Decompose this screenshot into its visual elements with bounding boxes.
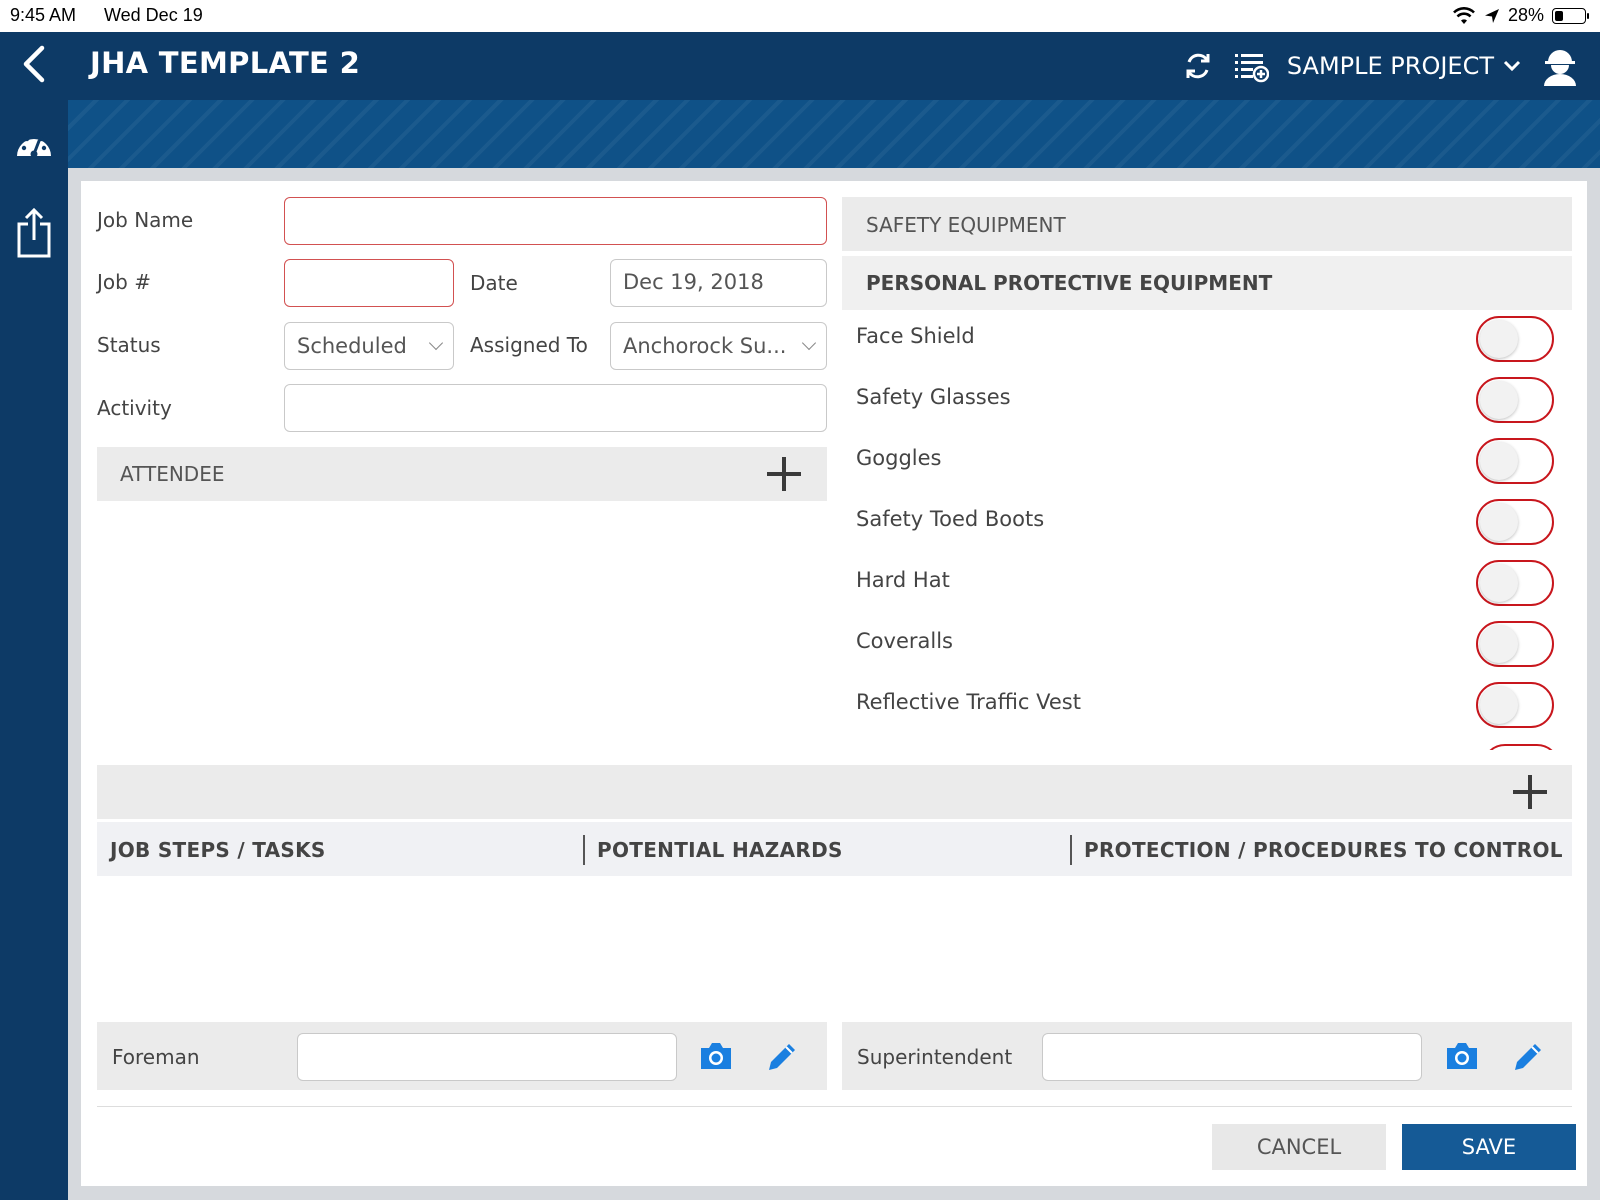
ppe-toggle[interactable] [1476, 377, 1554, 423]
back-button[interactable] [0, 34, 68, 94]
date-input[interactable]: Dec 19, 2018 [610, 259, 827, 307]
status-date: Wed Dec 19 [104, 5, 203, 25]
page-title: JHA TEMPLATE 2 [90, 46, 361, 80]
toggle-knob [1480, 686, 1518, 724]
toggle-knob [1480, 625, 1518, 663]
ppe-item-label: Safety Glasses [856, 385, 1011, 409]
toggle-knob [1480, 442, 1518, 480]
job-name-input[interactable] [284, 197, 827, 245]
job-steps-toolbar [97, 765, 1572, 819]
ppe-toggle[interactable] [1476, 560, 1554, 606]
date-label: Date [470, 271, 518, 295]
ppe-item-label: Safety Toed Boots [856, 507, 1045, 531]
dashboard-button[interactable] [0, 114, 68, 174]
ppe-item: Safety Glasses [842, 371, 1562, 431]
status-select[interactable]: Scheduled [284, 322, 454, 370]
toggle-partial [1482, 744, 1560, 750]
column-divider [583, 835, 585, 865]
list-add-icon[interactable] [1233, 49, 1269, 83]
share-button[interactable] [0, 202, 68, 262]
dashboard-gauge-icon [16, 132, 51, 158]
safety-equipment-title: SAFETY EQUIPMENT [866, 213, 1066, 237]
activity-input[interactable] [284, 384, 827, 432]
ppe-item: Safety Toed Boots [842, 493, 1562, 553]
column-divider [1070, 835, 1072, 865]
ppe-more-toggle-hint [1482, 744, 1560, 750]
header-actions: SAMPLE PROJECT [1181, 46, 1580, 86]
foreman-camera-icon[interactable] [698, 1040, 734, 1072]
subheader-band [68, 100, 1600, 168]
sidebar [0, 32, 68, 1200]
ppe-title: PERSONAL PROTECTIVE EQUIPMENT [866, 271, 1273, 295]
ppe-toggle[interactable] [1476, 682, 1554, 728]
job-number-input[interactable] [284, 259, 454, 307]
column-potential-hazards: POTENTIAL HAZARDS [597, 838, 843, 862]
save-button[interactable]: SAVE [1402, 1124, 1576, 1170]
status-bar: 9:45 AM Wed Dec 19 28% [0, 0, 1600, 32]
add-attendee-button[interactable] [767, 457, 801, 491]
location-arrow-icon [1484, 8, 1499, 23]
cancel-button[interactable]: CANCEL [1212, 1124, 1386, 1170]
status-time: 9:45 AM [10, 5, 77, 25]
wifi-icon [1453, 6, 1475, 24]
footer-divider [97, 1106, 1572, 1107]
attendee-label: ATTENDEE [120, 462, 225, 486]
ppe-item: Face Shield [842, 310, 1562, 370]
toggle-knob [1480, 564, 1518, 602]
ppe-item-label: Goggles [856, 446, 942, 470]
battery-icon [1552, 7, 1589, 24]
superintendent-pencil-icon[interactable] [1511, 1040, 1545, 1074]
ppe-item: Goggles [842, 432, 1562, 492]
toggle-knob [1480, 320, 1518, 358]
assigned-to-value: Anchorock Su... [623, 334, 787, 358]
assigned-to-label: Assigned To [470, 333, 588, 357]
superintendent-camera-icon[interactable] [1444, 1040, 1480, 1072]
user-hardhat-icon[interactable] [1540, 46, 1580, 86]
ppe-item-label: Hard Hat [856, 568, 950, 592]
chevron-down-icon [1503, 60, 1521, 72]
job-number-label: Job # [97, 270, 151, 294]
project-selector[interactable]: SAMPLE PROJECT [1287, 52, 1522, 80]
superintendent-label: Superintendent [857, 1045, 1013, 1069]
sync-icon[interactable] [1181, 49, 1215, 83]
ppe-item-label: Reflective Traffic Vest [856, 690, 1081, 714]
foreman-pencil-icon[interactable] [765, 1040, 799, 1074]
assigned-to-select[interactable]: Anchorock Su... [610, 322, 827, 370]
ppe-toggle[interactable] [1476, 621, 1554, 667]
job-name-label: Job Name [97, 208, 194, 232]
status-right: 28% [1452, 5, 1589, 26]
share-icon [17, 207, 51, 258]
foreman-label: Foreman [112, 1045, 200, 1069]
ppe-item: Reflective Traffic Vest [842, 676, 1562, 736]
ppe-item: Coveralls [842, 615, 1562, 675]
ppe-item-label: Face Shield [856, 324, 975, 348]
app-header: JHA TEMPLATE 2 SAMPLE PROJECT [68, 32, 1600, 100]
ppe-item: Hard Hat [842, 554, 1562, 614]
status-label: Status [97, 333, 161, 357]
column-protection-procedures: PROTECTION / PROCEDURES TO CONTROL HA... [1084, 838, 1564, 862]
toggle-knob [1480, 381, 1518, 419]
ppe-toggle[interactable] [1476, 316, 1554, 362]
ppe-item-label: Coveralls [856, 629, 953, 653]
ppe-toggle[interactable] [1476, 499, 1554, 545]
back-chevron-icon [23, 45, 45, 83]
foreman-input[interactable] [297, 1033, 677, 1081]
column-job-steps: JOB STEPS / TASKS [110, 838, 326, 862]
activity-label: Activity [97, 396, 172, 420]
project-name: SAMPLE PROJECT [1286, 52, 1494, 80]
battery-percent: 28% [1507, 5, 1544, 25]
add-job-step-button[interactable] [1513, 775, 1547, 809]
chevron-down-icon [801, 335, 817, 351]
ppe-toggle[interactable] [1476, 438, 1554, 484]
status-value: Scheduled [297, 334, 407, 358]
chevron-down-icon [428, 335, 444, 351]
toggle-knob [1480, 503, 1518, 541]
superintendent-input[interactable] [1042, 1033, 1422, 1081]
